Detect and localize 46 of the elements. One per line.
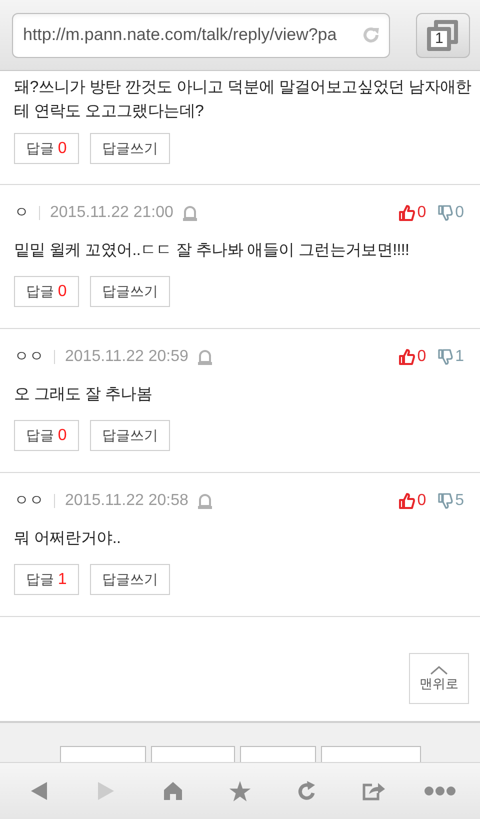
thumbs-down-icon[interactable]	[438, 349, 454, 365]
dislike-count: 0	[455, 203, 464, 223]
more-icon[interactable]	[424, 786, 456, 796]
write-reply-button[interactable]: 답글쓰기	[90, 564, 170, 595]
dislike-count: 1	[455, 347, 464, 367]
replies-button[interactable]: 답글 0	[14, 276, 79, 307]
replies-button[interactable]: 답글 0	[14, 133, 79, 164]
reload-icon[interactable]	[361, 25, 382, 45]
comment-text: 오 그래도 잘 추나봄	[14, 385, 154, 405]
alarm-light-icon[interactable]	[198, 349, 212, 365]
comment-author: ㅇ	[14, 202, 29, 223]
url-field[interactable]: http://m.pann.nate.com/talk/reply/view?pa	[12, 12, 390, 58]
chevron-up-icon	[429, 664, 449, 674]
share-icon[interactable]	[362, 781, 386, 801]
comment-date: 2015.11.22 20:59	[65, 347, 188, 367]
tab-count: 1	[427, 26, 452, 50]
write-reply-button[interactable]: 답글쓰기	[90, 420, 170, 451]
url-text: http://m.pann.nate.com/talk/reply/view?pa	[23, 24, 338, 46]
star-icon[interactable]	[228, 780, 251, 802]
thumbs-up-icon[interactable]	[399, 493, 416, 509]
dislike-count: 5	[455, 491, 464, 511]
back-icon[interactable]	[30, 781, 48, 801]
write-reply-button[interactable]: 답글쓰기	[90, 133, 170, 164]
like-count: 0	[417, 347, 426, 367]
tabs-button[interactable]: 1	[416, 12, 470, 58]
comment-text: 뭐 어쩌란거야..	[14, 529, 122, 549]
like-count: 0	[417, 491, 426, 511]
home-icon[interactable]	[163, 781, 184, 801]
alarm-light-icon[interactable]	[183, 205, 198, 221]
thumbs-down-icon[interactable]	[438, 493, 454, 509]
comment-author: ㅇㅇ	[14, 346, 44, 367]
thumbs-down-icon[interactable]	[438, 205, 454, 221]
replies-button[interactable]: 답글 0	[14, 420, 79, 451]
back-to-top-button[interactable]: 맨위로	[409, 653, 469, 704]
comment-date: 2015.11.22 20:58	[65, 491, 188, 511]
write-reply-button[interactable]: 답글쓰기	[90, 276, 170, 307]
comment-text: 돼?쓰니가 방탄 깐것도 아니고 덕분에 말걸어보고싶었던 남자애한테 연락도 오고그랬다는데?	[14, 78, 472, 122]
thumbs-up-icon[interactable]	[399, 205, 416, 221]
comment-text: 밑밑 윌케 꼬였어..ㄷㄷ 잘 추나봐 애들이 그런는거보면!!!!	[14, 241, 410, 261]
like-count: 0	[417, 203, 426, 223]
replies-button[interactable]: 답글 1	[14, 564, 79, 595]
thumbs-up-icon[interactable]	[399, 349, 416, 365]
comment-author: ㅇㅇ	[14, 490, 44, 511]
comment-date: 2015.11.22 21:00	[50, 203, 174, 223]
refresh-icon[interactable]	[296, 780, 317, 802]
alarm-light-icon[interactable]	[198, 493, 212, 509]
